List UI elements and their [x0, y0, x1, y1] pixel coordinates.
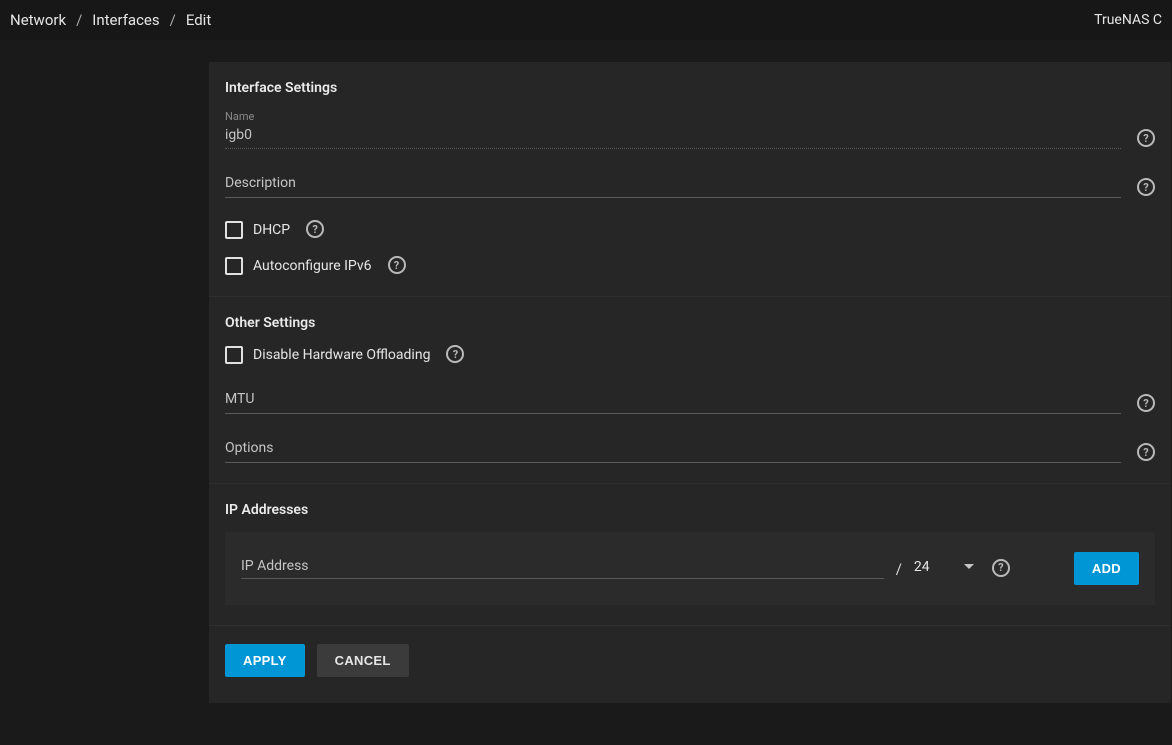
mtu-label: MTU: [225, 387, 1121, 411]
breadcrumb-edit: Edit: [186, 11, 211, 29]
form-actions: APPLY CANCEL: [209, 626, 1171, 703]
ip-prefix-value: 24: [914, 559, 930, 575]
section-ip-addresses: IP Addresses IP Address / 24 ? ADD: [209, 484, 1171, 626]
disable-hw-offloading-checkbox[interactable]: [225, 346, 243, 364]
section-heading: Other Settings: [225, 315, 1155, 331]
name-label: Name: [225, 110, 1121, 124]
breadcrumb: Network / Interfaces / Edit: [10, 11, 211, 29]
ip-address-field[interactable]: IP Address: [241, 558, 884, 579]
help-icon[interactable]: ?: [992, 559, 1010, 577]
section-other-settings: Other Settings Disable Hardware Offloadi…: [209, 297, 1171, 484]
ip-prefix-select[interactable]: 24: [914, 559, 974, 579]
help-icon[interactable]: ?: [1137, 443, 1155, 461]
cancel-button[interactable]: CANCEL: [317, 644, 409, 677]
help-icon[interactable]: ?: [446, 345, 464, 363]
section-heading: Interface Settings: [225, 80, 1155, 96]
dhcp-checkbox[interactable]: [225, 221, 243, 239]
breadcrumb-interfaces[interactable]: Interfaces: [92, 11, 159, 29]
name-value: igb0: [225, 124, 1121, 146]
breadcrumb-network[interactable]: Network: [10, 11, 66, 29]
ip-address-placeholder: IP Address: [241, 558, 309, 574]
options-field[interactable]: Options: [225, 436, 1121, 463]
mtu-field[interactable]: MTU: [225, 387, 1121, 414]
help-icon[interactable]: ?: [306, 220, 324, 238]
autoconfigure-ipv6-checkbox[interactable]: [225, 257, 243, 275]
brand-label: TrueNAS C: [1094, 12, 1162, 28]
help-icon[interactable]: ?: [388, 256, 406, 274]
section-heading: IP Addresses: [225, 502, 1155, 518]
apply-button[interactable]: APPLY: [225, 644, 305, 677]
help-icon[interactable]: ?: [1137, 129, 1155, 147]
help-icon[interactable]: ?: [1137, 178, 1155, 196]
breadcrumb-separator: /: [70, 11, 88, 29]
section-interface-settings: Interface Settings Name igb0 ? Descripti…: [209, 62, 1171, 297]
breadcrumb-separator: /: [164, 11, 182, 29]
dhcp-label: DHCP: [253, 222, 290, 238]
ip-slash: /: [896, 560, 902, 578]
disable-hw-offloading-label: Disable Hardware Offloading: [253, 347, 430, 363]
description-field[interactable]: Description: [225, 171, 1121, 198]
autoconfigure-ipv6-label: Autoconfigure IPv6: [253, 258, 372, 274]
help-icon[interactable]: ?: [1137, 394, 1155, 412]
edit-interface-card: Interface Settings Name igb0 ? Descripti…: [209, 62, 1171, 703]
options-label: Options: [225, 436, 1121, 460]
name-field: Name igb0: [225, 110, 1121, 149]
description-label: Description: [225, 171, 1121, 195]
add-ip-button[interactable]: ADD: [1074, 552, 1139, 585]
chevron-down-icon: [964, 564, 974, 569]
